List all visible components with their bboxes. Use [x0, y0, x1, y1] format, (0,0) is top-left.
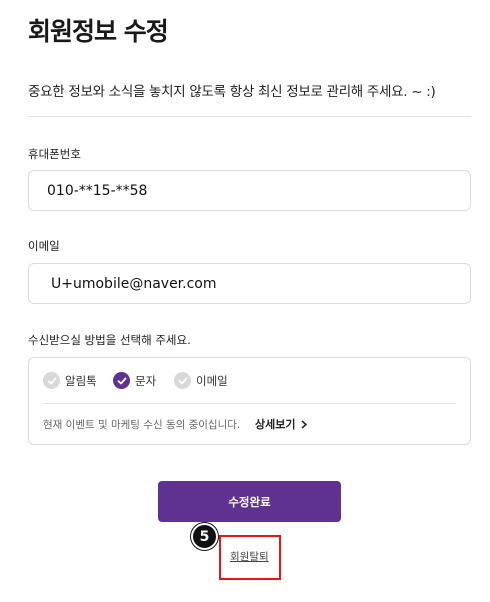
detail-view-link[interactable]: 상세보기	[255, 416, 308, 432]
option-label: 문자	[135, 373, 157, 388]
option-alimtalk[interactable]: 알림톡	[43, 372, 97, 389]
receive-options-panel: 알림톡 문자 이메일 현재 이벤트 및 마케팅 수신 동의 중이십니다. 상세보…	[28, 357, 471, 445]
phone-field[interactable]	[29, 171, 470, 210]
option-email[interactable]: 이메일	[174, 372, 228, 389]
withdraw-link[interactable]: 회원탈퇴	[230, 549, 269, 564]
email-field-container	[28, 263, 471, 304]
submit-button[interactable]: 수정완료	[158, 481, 341, 522]
check-circle-icon	[113, 372, 130, 389]
check-circle-icon	[174, 372, 191, 389]
step-badge: 5	[191, 523, 218, 550]
email-label: 이메일	[28, 239, 60, 253]
chevron-right-icon	[301, 419, 308, 429]
option-label: 이메일	[196, 373, 228, 388]
option-label: 알림톡	[65, 373, 97, 388]
phone-label: 휴대폰번호	[28, 147, 81, 161]
detail-view-label: 상세보기	[255, 418, 296, 431]
header-divider	[28, 116, 471, 117]
email-field[interactable]	[29, 264, 470, 303]
options-divider	[43, 403, 456, 404]
phone-field-container	[28, 170, 471, 211]
option-sms[interactable]: 문자	[113, 372, 156, 389]
receive-method-label: 수신받으실 방법을 선택해 주세요.	[28, 333, 191, 347]
consent-status-text: 현재 이벤트 및 마케팅 수신 동의 중이십니다.	[43, 419, 241, 431]
page-title: 회원정보 수정	[28, 17, 169, 46]
page-subtitle: 중요한 정보와 소식을 놓치지 않도록 항상 최신 정보로 관리해 주세요. ~…	[28, 84, 436, 100]
check-circle-icon	[43, 372, 60, 389]
